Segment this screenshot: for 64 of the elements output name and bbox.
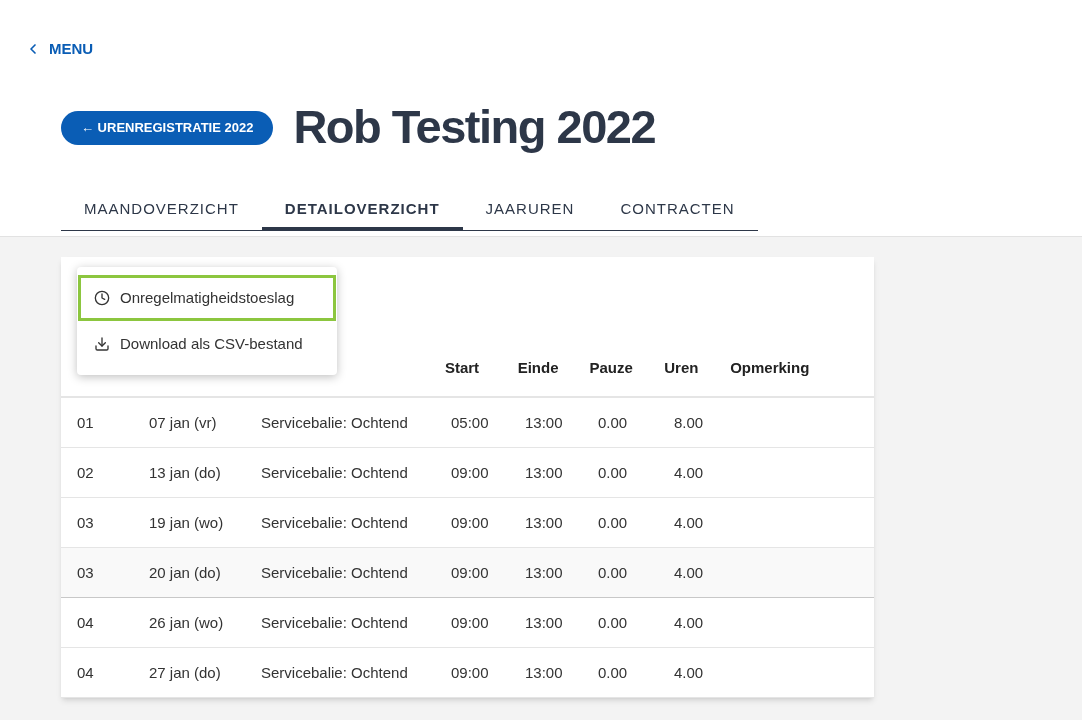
table-cell: 4.00 (674, 563, 704, 581)
table-cell: 0.00 (598, 413, 628, 431)
table-cell: Servicebalie: Ochtend (261, 463, 408, 481)
table-cell: 27 jan (do) (149, 663, 221, 681)
table-cell: 0.00 (598, 513, 628, 531)
menu-link[interactable]: MENU (25, 38, 94, 61)
page-title: Rob Testing 2022 (293, 99, 656, 156)
tab[interactable]: JAARUREN (462, 190, 598, 231)
download-icon (94, 336, 110, 352)
column-header: Opmerking (730, 357, 810, 378)
table-row[interactable]: 03 20 jan (do) Servicebalie: Ochtend 09:00 13:00 0.00 4.00 (61, 548, 874, 598)
table-row[interactable]: 02 13 jan (do) Servicebalie: Ochtend 09:00 13:00 0.00 4.00 (61, 448, 874, 498)
column-header: Start (444, 357, 480, 378)
table-cell: 13:00 (525, 613, 563, 631)
table-cell: 4.00 (674, 463, 704, 481)
table-cell: 0.00 (598, 563, 628, 581)
table-cell: 13:00 (525, 513, 563, 531)
table-cell: 0.00 (598, 463, 628, 481)
table-cell: 19 jan (wo) (149, 513, 224, 531)
menu-item[interactable]: Download als CSV-bestand (78, 321, 336, 367)
table-cell: 03 (77, 563, 94, 581)
table-row[interactable]: 04 26 jan (wo) Servicebalie: Ochtend 09:00 13:00 0.00 4.00 (61, 598, 874, 648)
table-cell: 13 jan (do) (149, 463, 221, 481)
table-cell: Servicebalie: Ochtend (261, 663, 408, 681)
back-button[interactable]: ← URENREGISTRATIE 2022 (61, 110, 274, 145)
table-cell: Servicebalie: Ochtend (261, 413, 408, 431)
table-cell: 0.00 (598, 663, 628, 681)
table-cell: 03 (77, 513, 94, 531)
table-cell: 13:00 (525, 663, 563, 681)
table-cell: 09:00 (451, 563, 489, 581)
table-cell: 20 jan (do) (149, 563, 221, 581)
table-cell: 04 (77, 663, 94, 681)
table-cell: 4.00 (674, 513, 704, 531)
table-cell: 8.00 (674, 413, 704, 431)
table-cell: 09:00 (451, 513, 489, 531)
column-header: Einde (517, 357, 559, 378)
table-cell: 13:00 (525, 563, 563, 581)
table-cell: Servicebalie: Ochtend (261, 513, 408, 531)
table-cell: 13:00 (525, 413, 563, 431)
tab[interactable]: DETAILOVERZICHT (261, 190, 463, 231)
table-cell: 05:00 (451, 413, 489, 431)
table-cell: 4.00 (674, 663, 704, 681)
menu-item[interactable]: Onregelmatigheidstoeslag (78, 275, 336, 321)
table-cell: 13:00 (525, 463, 563, 481)
table-cell: 4.00 (674, 613, 704, 631)
table-cell: 09:00 (451, 613, 489, 631)
table-cell: 01 (77, 413, 94, 431)
tab[interactable]: MAANDOVERZICHT (61, 190, 262, 231)
table-cell: Servicebalie: Ochtend (261, 613, 408, 631)
table-cell: 04 (77, 613, 94, 631)
table-cell: 26 jan (wo) (149, 613, 224, 631)
table-row[interactable]: 03 19 jan (wo) Servicebalie: Ochtend 09:00 13:00 0.00 4.00 (61, 498, 874, 548)
table-cell: 07 jan (vr) (149, 413, 217, 431)
table-cell: 09:00 (451, 663, 489, 681)
table-cell: 0.00 (598, 613, 628, 631)
table-row[interactable]: 01 07 jan (vr) Servicebalie: Ochtend 05:00 13:00 0.00 8.00 (61, 398, 874, 448)
table-cell: Servicebalie: Ochtend (261, 563, 408, 581)
clock-icon (94, 290, 110, 306)
table-cell: 09:00 (451, 463, 489, 481)
table-row[interactable]: 04 27 jan (do) Servicebalie: Ochtend 09:00 13:00 0.00 4.00 (61, 648, 874, 698)
table-cell: 02 (77, 463, 94, 481)
column-header: Uren (664, 357, 699, 378)
column-header: Pauze (589, 357, 633, 378)
tab[interactable]: CONTRACTEN (597, 190, 758, 231)
